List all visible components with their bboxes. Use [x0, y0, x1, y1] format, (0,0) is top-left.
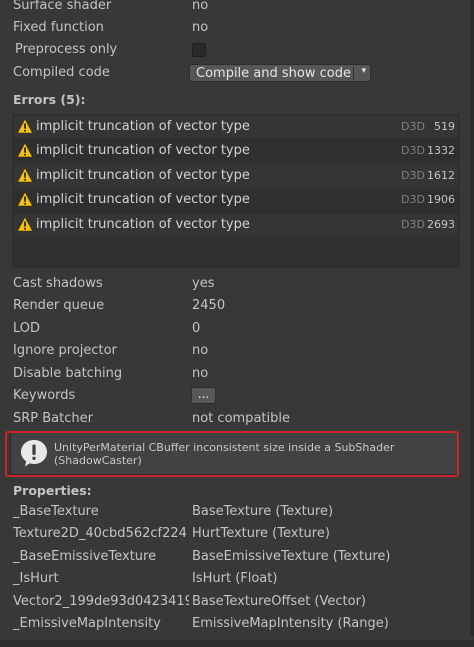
property-value: BaseEmissiveTexture (Texture) [192, 549, 391, 564]
error-message: implicit truncation of vector type [36, 119, 250, 134]
error-platform: D3D [401, 218, 425, 231]
error-item[interactable]: implicit truncation of vector type D3D 1… [14, 140, 458, 162]
scrollbar[interactable] [470, 0, 474, 636]
srp-batcher-row: SRP Batcher not compatible [0, 409, 468, 431]
error-message: implicit truncation of vector type [36, 217, 250, 232]
preprocess-only-row: Preprocess only [0, 40, 468, 62]
preprocess-only-checkbox[interactable] [192, 43, 206, 57]
compiled-code-row: Compiled code Compile and show code ▾ [0, 63, 468, 85]
highlight-annotation-frame [5, 431, 459, 477]
property-row: Vector2_199de93d0423419 BaseTextureOffse… [0, 592, 468, 614]
property-name: Texture2D_40cbd562cf224 [13, 526, 187, 541]
disable-batching-value: no [192, 366, 209, 381]
error-platform: D3D [401, 144, 425, 157]
surface-shader-row: Surface shader no [0, 0, 468, 18]
compile-and-show-code-button[interactable]: Compile and show code ▾ [189, 64, 371, 82]
compiled-code-label: Compiled code [13, 65, 110, 80]
cast-shadows-row: Cast shadows yes [0, 274, 468, 296]
property-value: IsHurt (Float) [192, 571, 278, 586]
error-item[interactable]: implicit truncation of vector type D3D 5… [14, 116, 458, 138]
error-item[interactable]: implicit truncation of vector type D3D 2… [14, 214, 458, 236]
warning-icon [17, 191, 33, 207]
error-line: 519 [434, 120, 455, 133]
fixed-function-label: Fixed function [13, 20, 104, 35]
warning-icon [17, 167, 33, 183]
property-value: HurtTexture (Texture) [192, 526, 330, 541]
errors-header: Errors (5): [13, 92, 86, 107]
keywords-row: Keywords ... [0, 386, 468, 408]
property-row: _IsHurt IsHurt (Float) [0, 569, 468, 591]
lod-row: LOD 0 [0, 319, 468, 341]
srp-batcher-label: SRP Batcher [13, 411, 93, 426]
disable-batching-row: Disable batching no [0, 364, 468, 386]
errors-list[interactable]: implicit truncation of vector type D3D 5… [12, 114, 460, 268]
warning-icon [17, 216, 33, 232]
error-item[interactable]: implicit truncation of vector type D3D 1… [14, 165, 458, 187]
surface-shader-value: no [192, 0, 209, 13]
warning-icon [17, 142, 33, 158]
property-row: _BaseEmissiveTexture BaseEmissiveTexture… [0, 547, 468, 569]
fixed-function-row: Fixed function no [0, 18, 468, 40]
error-message: implicit truncation of vector type [36, 168, 250, 183]
property-name: Vector2_199de93d0423419 [13, 594, 189, 609]
ignore-projector-row: Ignore projector no [0, 341, 468, 363]
error-line: 1332 [427, 144, 455, 157]
property-value: BaseTextureOffset (Vector) [192, 594, 367, 609]
property-row: _EmissiveMapIntensity EmissiveMapIntensi… [0, 614, 468, 636]
panel-bottom-edge [0, 640, 474, 647]
fixed-function-value: no [192, 20, 209, 35]
property-name: _BaseTexture [13, 504, 99, 519]
dropdown-separator [353, 67, 354, 80]
error-platform: D3D [401, 169, 425, 182]
render-queue-value: 2450 [192, 298, 226, 313]
error-platform: D3D [401, 120, 425, 133]
ignore-projector-label: Ignore projector [13, 343, 117, 358]
ignore-projector-value: no [192, 343, 209, 358]
property-name: _EmissiveMapIntensity [13, 616, 161, 631]
property-name: _BaseEmissiveTexture [13, 549, 157, 564]
dropdown-arrow-icon[interactable]: ▾ [361, 66, 366, 76]
lod-label: LOD [13, 321, 41, 336]
surface-shader-label: Surface shader [13, 0, 112, 13]
disable-batching-label: Disable batching [13, 366, 123, 381]
property-value: EmissiveMapIntensity (Range) [192, 616, 389, 631]
error-message: implicit truncation of vector type [36, 143, 250, 158]
property-name: _IsHurt [13, 571, 59, 586]
property-row: _BaseTexture BaseTexture (Texture) [0, 502, 468, 524]
error-line: 1906 [427, 193, 455, 206]
property-value: BaseTexture (Texture) [192, 504, 334, 519]
error-line: 1612 [427, 169, 455, 182]
cast-shadows-label: Cast shadows [13, 276, 103, 291]
cast-shadows-value: yes [192, 276, 215, 291]
error-line: 2693 [427, 218, 455, 231]
lod-value: 0 [192, 321, 201, 336]
compile-button-label: Compile and show code [196, 66, 351, 81]
srp-batcher-value: not compatible [192, 411, 290, 426]
render-queue-label: Render queue [13, 298, 105, 313]
preprocess-only-label: Preprocess only [15, 42, 118, 57]
error-item[interactable]: implicit truncation of vector type D3D 1… [14, 189, 458, 211]
properties-header: Properties: [13, 483, 92, 498]
warning-icon [17, 118, 33, 134]
keywords-label: Keywords [13, 388, 76, 403]
error-message: implicit truncation of vector type [36, 192, 250, 207]
render-queue-row: Render queue 2450 [0, 296, 468, 318]
keywords-button[interactable]: ... [191, 387, 216, 404]
error-platform: D3D [401, 193, 425, 206]
property-row: Texture2D_40cbd562cf224 HurtTexture (Tex… [0, 524, 468, 546]
